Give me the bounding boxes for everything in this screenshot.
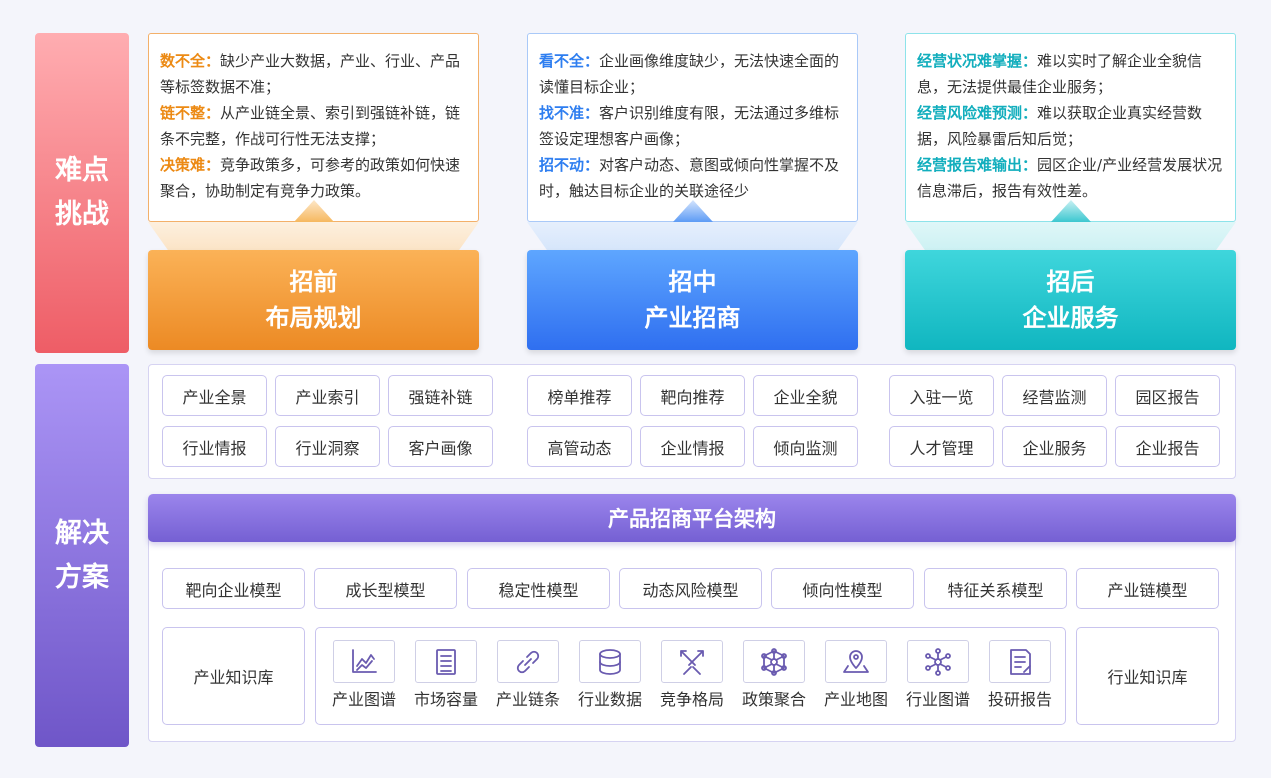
sector-knowledge-base: 行业知识库: [1076, 627, 1219, 725]
problem-item: 链不整：从产业链全景、索引到强链补链，链条不完整，作战可行性无法支撑；: [160, 104, 461, 148]
data-item[interactable]: 市场容量: [406, 640, 486, 710]
connector-blue: [527, 222, 858, 250]
data-item-label: 投研报告: [987, 690, 1052, 709]
challenges-label-line1: 难点: [55, 155, 109, 186]
platform-title: 产品招商平台架构: [148, 494, 1236, 542]
model-tag[interactable]: 靶向企业模型: [162, 568, 305, 609]
phase-post-investment: 招后 企业服务: [905, 250, 1236, 350]
problem-box-post-investment: 经营状况难掌握：难以实时了解企业全貌信息，无法提供最佳企业服务； 经营风险难预测…: [905, 33, 1236, 222]
module-tag[interactable]: 行业洞察: [275, 426, 380, 467]
data-item[interactable]: 产业地图: [816, 640, 896, 710]
data-item-label: 政策聚合: [741, 690, 806, 709]
module-tag[interactable]: 高管动态: [527, 426, 632, 467]
data-item[interactable]: 竞争格局: [652, 640, 732, 710]
data-item-label: 行业图谱: [905, 690, 970, 709]
model-tag[interactable]: 产业链模型: [1076, 568, 1219, 609]
connector-teal: [905, 222, 1236, 250]
problem-item: 数不全：缺少产业大数据，产业、行业、产品等标签数据不准；: [160, 52, 461, 96]
list-icon: [415, 640, 477, 683]
module-tag[interactable]: 园区报告: [1115, 375, 1220, 416]
problem-item: 经营状况难掌握：难以实时了解企业全貌信息，无法提供最佳企业服务；: [917, 52, 1203, 96]
molecule-icon: [907, 640, 969, 683]
problem-item: 决策难：竞争政策多，可参考的政策如何快速聚合，协助制定有竞争力政策。: [160, 156, 461, 200]
problem-item: 找不准：客户识别维度有限，无法通过多维标签设定理想客户画像；: [539, 104, 840, 148]
database-icon: [579, 640, 641, 683]
report-icon: [989, 640, 1051, 683]
data-item[interactable]: 产业图谱: [324, 640, 404, 710]
solutions-label: 解决 方案: [35, 364, 129, 747]
module-tag[interactable]: 榜单推荐: [527, 375, 632, 416]
model-tag[interactable]: 倾向性模型: [771, 568, 914, 609]
data-item[interactable]: 政策聚合: [734, 640, 814, 710]
data-item[interactable]: 产业链条: [488, 640, 568, 710]
phase-title: 招后: [1046, 268, 1095, 296]
phase-subtitle: 布局规划: [265, 304, 362, 332]
challenges-label: 难点 挑战: [35, 33, 129, 353]
connector-orange: [148, 222, 479, 250]
model-tag[interactable]: 特征关系模型: [924, 568, 1067, 609]
model-tag[interactable]: 动态风险模型: [619, 568, 762, 609]
module-tag[interactable]: 客户画像: [388, 426, 493, 467]
data-item[interactable]: 投研报告: [980, 640, 1060, 710]
module-tag[interactable]: 行业情报: [162, 426, 267, 467]
problem-item: 经营风险难预测：难以获取企业真实经营数据，风险暴雷后知后觉；: [917, 104, 1203, 148]
data-item-label: 市场容量: [413, 690, 478, 709]
phase-title: 招中: [668, 268, 717, 296]
module-tag[interactable]: 产业全景: [162, 375, 267, 416]
model-tag[interactable]: 稳定性模型: [467, 568, 610, 609]
module-tag[interactable]: 入驻一览: [889, 375, 994, 416]
phase-title: 招前: [289, 268, 338, 296]
data-item-label: 产业链条: [495, 690, 560, 709]
phase-subtitle: 企业服务: [1022, 304, 1119, 332]
module-tag[interactable]: 企业报告: [1115, 426, 1220, 467]
problem-box-pre-investment: 数不全：缺少产业大数据，产业、行业、产品等标签数据不准； 链不整：从产业链全景、…: [148, 33, 479, 222]
swords-icon: [661, 640, 723, 683]
chain-icon: [497, 640, 559, 683]
solutions-label-line1: 解决: [55, 517, 109, 549]
module-tag[interactable]: 人才管理: [889, 426, 994, 467]
map-pin-icon: [825, 640, 887, 683]
module-tag[interactable]: 产业索引: [275, 375, 380, 416]
phase-subtitle: 产业招商: [644, 304, 741, 332]
chart-icon: [333, 640, 395, 683]
problem-item: 经营报告难输出：园区企业/产业经营发展状况信息滞后，报告有效性差。: [917, 156, 1223, 200]
data-item-label: 产业地图: [823, 690, 888, 709]
data-item[interactable]: 行业图谱: [898, 640, 978, 710]
problem-box-investment: 看不全：企业画像维度缺少，无法快速全面的读懂目标企业； 找不准：客户识别维度有限…: [527, 33, 858, 222]
problem-item: 看不全：企业画像维度缺少，无法快速全面的读懂目标企业；: [539, 52, 840, 96]
problem-item: 招不动：对客户动态、意图或倾向性掌握不及时，触达目标企业的关联途径少: [539, 156, 840, 200]
industry-knowledge-base: 产业知识库: [162, 627, 305, 725]
module-tag[interactable]: 强链补链: [388, 375, 493, 416]
module-tag[interactable]: 靶向推荐: [640, 375, 745, 416]
module-tag[interactable]: 企业情报: [640, 426, 745, 467]
phase-pre-investment: 招前 布局规划: [148, 250, 479, 350]
module-tag[interactable]: 经营监测: [1002, 375, 1107, 416]
data-item-label: 产业图谱: [331, 690, 396, 709]
module-tag[interactable]: 倾向监测: [753, 426, 858, 467]
solutions-label-line2: 方案: [55, 561, 109, 593]
data-panel: 产业图谱 市场容量 产业链条 行业数据 竞争格局 政策聚合 产业地图 行业图谱 投研报告: [315, 627, 1066, 725]
challenges-label-line2: 挑战: [55, 199, 109, 230]
module-tag[interactable]: 企业全貌: [753, 375, 858, 416]
phase-investment: 招中 产业招商: [527, 250, 858, 350]
data-item[interactable]: 行业数据: [570, 640, 650, 710]
module-tag[interactable]: 企业服务: [1002, 426, 1107, 467]
data-item-label: 行业数据: [577, 690, 642, 709]
model-tag[interactable]: 成长型模型: [314, 568, 457, 609]
network-icon: [743, 640, 805, 683]
data-item-label: 竞争格局: [659, 690, 724, 709]
